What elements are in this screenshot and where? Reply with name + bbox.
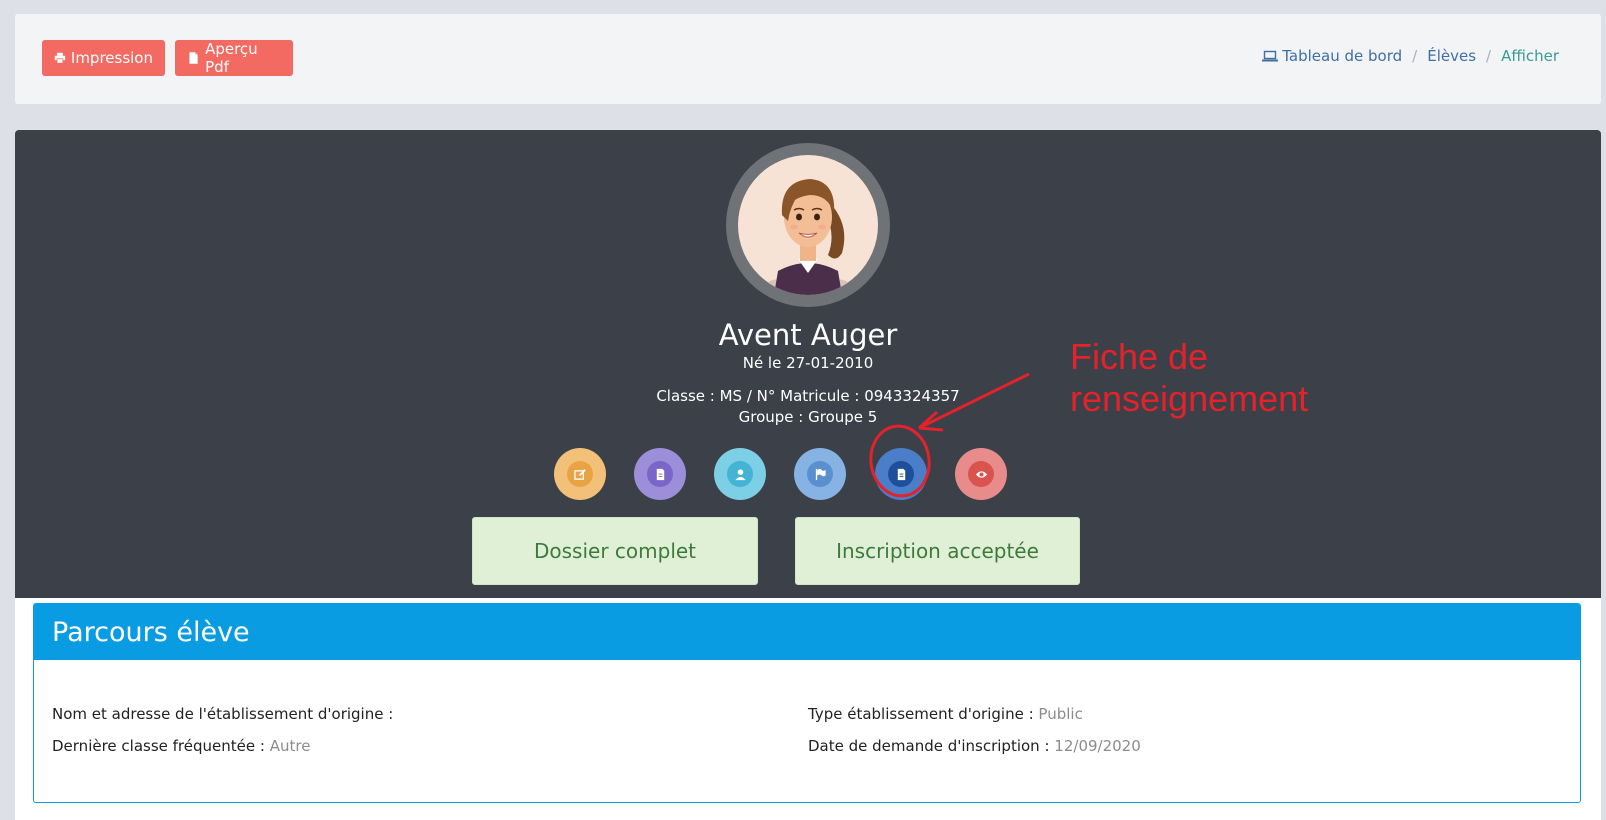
document-button[interactable] — [634, 448, 686, 500]
document-icon — [656, 468, 664, 480]
class-registration-line: Classe : MS / N° Matricule : 0943324357 — [656, 387, 960, 405]
registration-accepted-status: Inscription acceptée — [795, 517, 1080, 585]
laptop-icon — [1262, 50, 1279, 62]
pdf-label: Aperçu Pdf — [205, 40, 258, 76]
flag-icon — [815, 468, 826, 480]
breadcrumb-students[interactable]: Élèves — [1427, 47, 1476, 65]
annotation-label: Fiche de renseignement — [1070, 336, 1309, 419]
student-name: Avent Auger — [718, 318, 898, 352]
top-toolbar: Impression Aperçu Pdf Tableau de bord / … — [15, 14, 1601, 104]
print-label: Impression — [70, 49, 153, 67]
breadcrumb: Tableau de bord / Élèves / Afficher — [1262, 47, 1559, 65]
origin-school-field: Nom et adresse de l'établissement d'orig… — [52, 705, 394, 723]
school-type-field: Type établissement d'origine : Public — [808, 705, 1083, 723]
annotation-highlight — [869, 372, 1030, 498]
student-avatar-illustration — [768, 179, 848, 295]
last-class-field: Dernière classe fréquentée : Autre — [52, 737, 311, 755]
breadcrumb-dashboard[interactable]: Tableau de bord — [1262, 47, 1402, 65]
user-icon — [734, 468, 746, 480]
profile-button[interactable] — [714, 448, 766, 500]
file-icon — [189, 52, 198, 64]
student-path-panel: Parcours élève Nom et adresse de l'établ… — [33, 603, 1581, 803]
group-line: Groupe : Groupe 5 — [738, 408, 878, 426]
avatar — [726, 143, 890, 307]
file-complete-status: Dossier complet — [472, 517, 758, 585]
edit-icon — [573, 468, 586, 480]
print-button[interactable]: Impression — [42, 40, 165, 76]
breadcrumb-separator: / — [1486, 47, 1492, 65]
profile-header: Avent Auger Né le 27-01-2010 Classe : MS… — [15, 130, 1601, 598]
pdf-preview-button[interactable]: Aperçu Pdf — [175, 40, 293, 76]
breadcrumb-separator: / — [1412, 47, 1418, 65]
student-path-section: Parcours élève Nom et adresse de l'établ… — [15, 598, 1601, 820]
panel-title: Parcours élève — [34, 604, 1580, 660]
flag-button[interactable] — [794, 448, 846, 500]
edit-button[interactable] — [554, 448, 606, 500]
breadcrumb-show: Afficher — [1501, 47, 1559, 65]
registration-date-field: Date de demande d'inscription : 12/09/20… — [808, 737, 1141, 755]
printer-icon — [54, 52, 66, 64]
birth-date: Né le 27-01-2010 — [742, 354, 874, 372]
